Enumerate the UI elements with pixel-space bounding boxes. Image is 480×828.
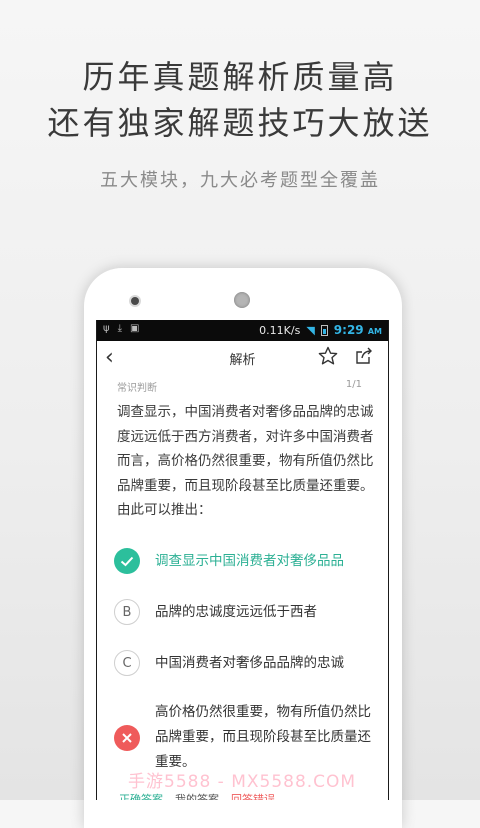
wifi-icon: ◥ [306,323,315,337]
tab-my-answer[interactable]: 我的答案 [175,791,219,800]
status-icons-left: ψ ⤓ ▣ [103,323,139,334]
usb-icon: ψ [103,323,110,334]
tab-correct-answer[interactable]: 正确答案 [119,791,163,800]
option-b-text: 品牌的忠诚度远远低于西者 [155,603,317,620]
option-b-letter: B [114,599,140,625]
phone-screen: ψ ⤓ ▣ 0.11K/s ◥ 9:29 AM ‹ 解析 常识判断 1/1 调查… [96,320,389,800]
star-icon[interactable] [318,346,338,366]
tab-wrong-answer[interactable]: 回答错误 [231,791,275,800]
promo-headline-1: 历年真题解析质量高 [82,58,398,96]
option-d-text: 高价格仍然很重要，物有所值仍然比品牌重要，而且现阶段甚至比质量还重要。 [155,704,371,770]
option-c-text: 中国消费者对奢侈品品牌的忠诚 [155,654,344,671]
status-bar: ψ ⤓ ▣ 0.11K/s ◥ 9:29 AM [97,320,388,341]
question-meta: 常识判断 1/1 [117,379,362,394]
clock: 9:29 AM [333,323,382,337]
question-text: 调查显示，中国消费者对奢侈品品牌的忠诚度远远低于西方消费者，对许多中国消费者而言… [117,404,374,518]
watermark: 手游5588 - MX5588.COM [128,772,357,792]
check-icon [114,548,140,574]
close-icon [114,724,140,751]
share-icon[interactable] [354,346,374,366]
android-icon: ▣ [130,323,140,334]
promo-subtitle: 五大模块，九大必考题型全覆盖 [100,170,380,191]
answer-tabs: 正确答案 我的答案 回答错误 [119,791,378,800]
option-d[interactable]: 高价格仍然很重要，物有所值仍然比品牌重要，而且现阶段甚至比质量还重要。 [114,700,376,775]
app-bar: ‹ 解析 [97,341,388,375]
option-a-text: 调查显示中国消费者对奢侈品品 [155,552,344,569]
option-a[interactable]: 调查显示中国消费者对奢侈品品 [114,548,376,574]
download-icon: ⤓ [117,323,123,334]
option-c[interactable]: C 中国消费者对奢侈品品牌的忠诚 [114,650,376,676]
option-c-letter: C [114,650,140,676]
front-camera [131,297,139,305]
battery-icon [320,324,328,336]
page-title: 解析 [229,353,256,368]
promo-headline-2: 还有独家解题技巧大放送 [47,104,433,142]
phone-speaker [234,292,250,308]
network-speed: 0.11K/s [259,323,301,337]
question-category: 常识判断 [117,383,157,394]
question-page-indicator: 1/1 [345,379,362,390]
status-icons-right: 0.11K/s ◥ 9:29 AM [259,323,382,337]
option-b[interactable]: B 品牌的忠诚度远远低于西者 [114,599,376,625]
